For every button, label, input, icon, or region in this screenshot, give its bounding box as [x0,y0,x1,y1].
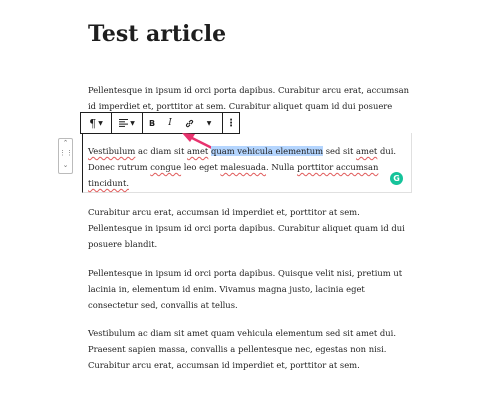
spelling-flag[interactable]: Vestibulum [88,146,135,156]
paragraph-line: Pellentesque in ipsum id orci porta dapi… [88,85,410,95]
text-run: leo eget [181,162,221,172]
spelling-flag[interactable]: congue [150,162,181,172]
selected-paragraph-text[interactable]: Vestibulum ac diam sit amet quam vehicul… [88,143,406,191]
paragraph-line: posuere blandit. [88,239,158,249]
paragraph-line: Curabitur arcu erat, accumsan id imperdi… [88,207,360,217]
spelling-flag[interactable]: malesuada [220,162,266,172]
paragraph-icon[interactable]: ¶ ▼ [81,113,111,133]
paragraph-line: Vestibulum ac diam sit amet quam vehicul… [88,328,396,338]
paragraph-4[interactable]: Pellentesque in ipsum id orci porta dapi… [88,265,406,313]
text-run: Donec rutrum [88,162,151,172]
more-options-group: ⋮ [223,113,239,133]
paragraph-1[interactable]: Pellentesque in ipsum id orci porta dapi… [88,82,410,114]
chevron-down-icon: ▼ [98,119,103,127]
paragraph-line: Curabitur arcu erat, accumsan id imperdi… [88,360,360,370]
italic-button[interactable]: I [161,113,179,133]
selected-text[interactable]: quam vehicula elementum [210,146,324,156]
paragraph-3[interactable]: Curabitur arcu erat, accumsan id imperdi… [88,204,406,252]
spelling-flag[interactable]: amet [356,146,377,156]
text-run: sed sit [323,146,357,156]
paragraph-line: lacinia in, elementum id enim. Vivamus m… [88,284,365,294]
text-run: . Nulla [266,162,298,172]
chevron-down-icon: ▼ [206,119,212,127]
paragraph-line: Vestibulum ac diam sit amet quam vehicul… [88,143,406,159]
move-up-icon[interactable]: ⌃ [59,139,72,147]
text-run: ac diam sit [135,146,188,156]
paragraph-line: Pellentesque in ipsum id orci porta dapi… [88,223,405,233]
block-mover[interactable]: ⌃ ⋮⋮ ⌄ [58,138,73,174]
align-left-icon[interactable]: ▼ [112,113,142,133]
paragraph-line: Praesent sapien massa, convallis a pelle… [88,344,387,354]
chevron-down-icon: ▼ [130,119,135,127]
alignment-group: ▼ [112,113,143,133]
spelling-flag[interactable]: tincidunt. [88,178,129,188]
text-run: dui. [377,146,397,156]
grammarly-icon[interactable]: G [390,172,403,185]
spelling-flag[interactable]: amet [187,146,208,156]
more-vertical-icon[interactable]: ⋮ [223,113,239,133]
spelling-flag[interactable]: porttitor accumsan [297,162,378,172]
post-title[interactable]: Test article [88,18,226,50]
paragraph-line: Donec rutrum congue leo eget malesuada. … [88,159,406,175]
bold-button[interactable]: B [143,113,161,133]
paragraph-line: tincidunt. [88,175,406,191]
move-down-icon[interactable]: ⌄ [59,161,72,169]
paragraph-5[interactable]: Vestibulum ac diam sit amet quam vehicul… [88,325,406,373]
block-type-group: ¶ ▼ [81,113,112,133]
paragraph-line: Pellentesque in ipsum id orci porta dapi… [88,268,403,278]
drag-handle-icon[interactable]: ⋮⋮ [59,150,73,157]
paragraph-line: consectetur sed, convallis at tellus. [88,300,238,310]
